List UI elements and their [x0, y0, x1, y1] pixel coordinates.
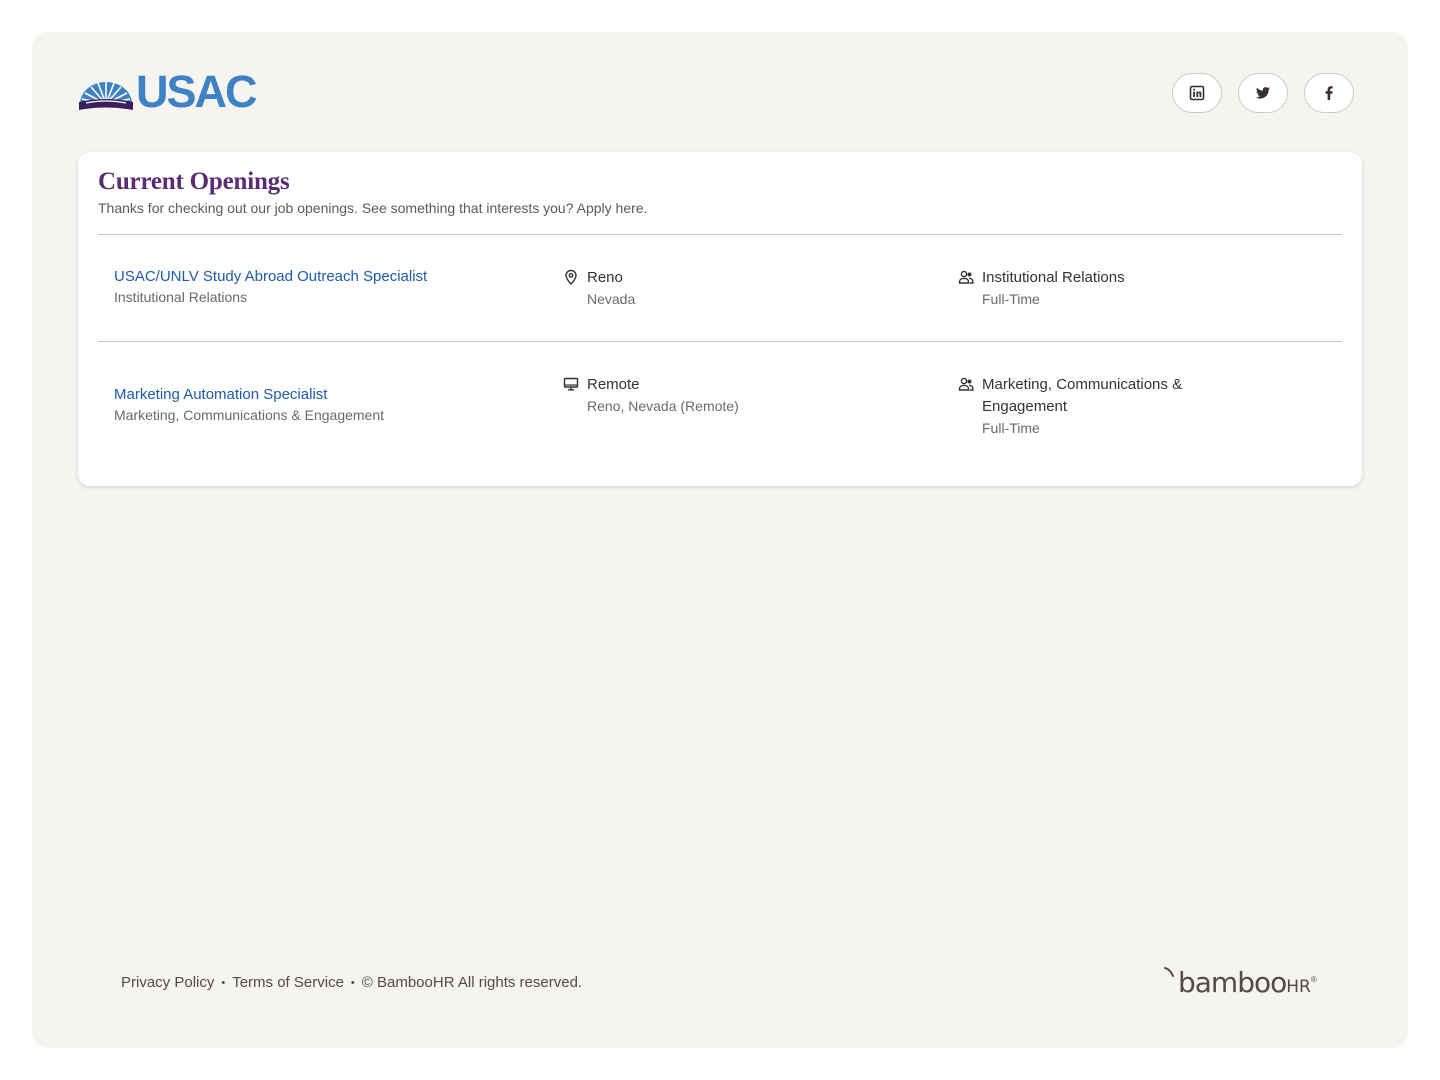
linkedin-button[interactable]	[1172, 73, 1222, 113]
header: USAC	[78, 66, 1354, 117]
page-title: Current Openings	[98, 168, 290, 195]
job-location-detail: Reno, Nevada (Remote)	[587, 398, 739, 414]
job-location-cell: Reno Nevada	[563, 267, 923, 310]
divider	[98, 234, 1342, 235]
bamboohr-logo[interactable]: bamboo HR ®	[1164, 966, 1317, 999]
page-frame: USAC Current Openings Thanks for checkin…	[32, 32, 1408, 1048]
job-team-continued: Engagement	[982, 398, 1068, 415]
people-icon	[958, 269, 974, 285]
people-icon	[958, 376, 974, 392]
twitter-icon	[1256, 87, 1270, 99]
usac-logo[interactable]: USAC	[78, 66, 258, 117]
footer-links: Privacy Policy • Terms of Service • © Ba…	[121, 974, 582, 991]
twitter-button[interactable]	[1238, 73, 1288, 113]
bamboo-leaf-icon	[1164, 967, 1174, 977]
bamboohr-wordmark: bamboo	[1178, 966, 1287, 999]
job-row: Marketing Automation Specialist Marketin…	[98, 374, 1342, 464]
registered-mark: ®	[1310, 975, 1317, 984]
job-row: USAC/UNLV Study Abroad Outreach Speciali…	[98, 267, 1342, 327]
page-subtitle: Thanks for checking out our job openings…	[98, 200, 648, 216]
footer-separator: •	[221, 976, 226, 989]
job-employment-type: Full-Time	[982, 291, 1040, 307]
footer-separator: •	[350, 976, 355, 989]
copyright-text: © BambooHR All rights reserved.	[361, 974, 583, 991]
job-department: Institutional Relations	[114, 289, 248, 305]
job-department: Marketing, Communications & Engagement	[114, 407, 385, 423]
bamboohr-wordmark-suffix: HR	[1286, 977, 1311, 997]
divider	[98, 341, 1342, 342]
facebook-icon	[1325, 86, 1333, 100]
job-title-link[interactable]: Marketing Automation Specialist	[114, 385, 554, 405]
job-team: Marketing, Communications &	[982, 376, 1183, 393]
job-employment-type: Full-Time	[982, 420, 1040, 436]
job-location-detail: Nevada	[587, 291, 636, 307]
job-location: Reno	[587, 269, 623, 286]
linkedin-icon	[1189, 85, 1205, 101]
facebook-button[interactable]	[1304, 73, 1354, 113]
job-location-cell: Remote Reno, Nevada (Remote)	[563, 374, 923, 417]
job-location: Remote	[587, 376, 640, 393]
job-title-link[interactable]: USAC/UNLV Study Abroad Outreach Speciali…	[114, 267, 554, 287]
openings-card: Current Openings Thanks for checking out…	[78, 152, 1362, 486]
monitor-icon	[563, 376, 579, 392]
terms-of-service-link[interactable]: Terms of Service	[232, 974, 344, 991]
job-team-cell: Institutional Relations Full-Time	[958, 267, 1338, 310]
privacy-policy-link[interactable]: Privacy Policy	[121, 974, 214, 991]
job-team: Institutional Relations	[982, 269, 1125, 286]
usac-sunrise-logo-mark	[79, 82, 133, 110]
job-team-cell: Marketing, Communications & Engagement F…	[958, 374, 1338, 439]
map-pin-icon	[563, 269, 579, 285]
job-title-cell: USAC/UNLV Study Abroad Outreach Speciali…	[114, 267, 554, 308]
logo-wordmark: USAC	[136, 66, 258, 117]
social-links	[1172, 73, 1354, 113]
job-title-cell: Marketing Automation Specialist Marketin…	[114, 385, 554, 426]
